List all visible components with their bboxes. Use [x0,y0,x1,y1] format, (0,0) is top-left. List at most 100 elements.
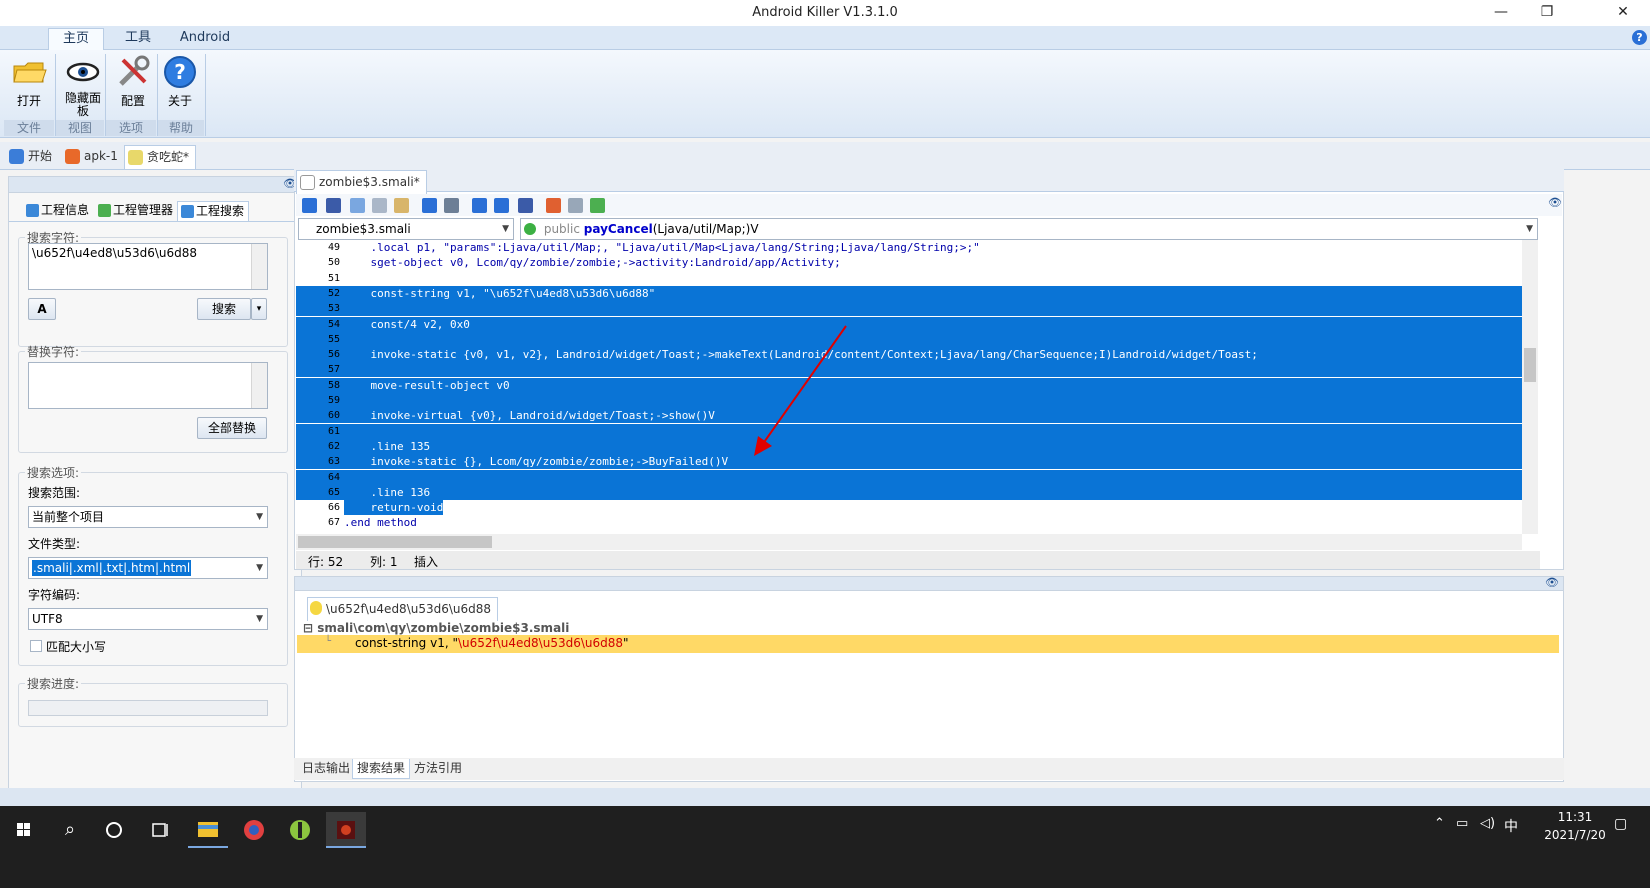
code-line[interactable]: 57 [296,362,1522,378]
list-icon[interactable] [568,198,583,213]
line-number: 59 [327,395,340,406]
tab-method-references[interactable]: 方法引用 [410,759,466,779]
clock-date[interactable]: 2021/7/20 [1530,828,1620,842]
code-line[interactable]: 49 .local p1, "params":Ljava/util/Map;, … [296,240,1522,255]
volume-icon[interactable]: ◁) [1480,816,1495,831]
tab-project-search[interactable]: 工程搜索 [177,201,250,221]
search-dropdown-button[interactable]: ▾ [251,298,267,320]
ribbon-tab-tools[interactable]: 工具 [110,28,166,50]
encoding-select[interactable]: UTF8 ▼ [28,608,268,630]
paste-icon[interactable] [394,198,409,213]
editor-tab-file[interactable]: zombie$3.smali* [296,170,427,194]
code-line[interactable]: 58 move-result-object v0 [296,377,1522,393]
code-line[interactable]: 63 invoke-static {}, Lcom/qy/zombie/zomb… [296,454,1522,470]
replace-all-button[interactable]: 全部替换 [197,417,267,439]
left-panel-header: 👁 [9,177,301,193]
method-signature: (Ljava/util/Map;)V [652,222,759,236]
search-icon[interactable]: ⌕ [50,812,90,848]
help-icon[interactable]: ? [1632,30,1647,45]
hide-panel-button[interactable]: 隐藏面板 [58,52,108,118]
replace-input-scrollbar[interactable] [251,363,267,408]
cut-icon[interactable] [372,198,387,213]
restore-button[interactable]: ❐ [1524,0,1570,26]
minimize-button[interactable]: — [1478,0,1524,26]
code-line[interactable]: 61 [296,423,1522,439]
start-button[interactable] [4,812,44,848]
code-line[interactable]: 67 .end method [296,515,1522,530]
tab-search-results[interactable]: 搜索结果 [352,759,411,779]
replace-input[interactable] [28,362,268,409]
result-file-node[interactable]: ⊟ smali\com\qy\zombie\zombie$3.smali [303,621,569,635]
code-line[interactable]: 51 [296,271,1522,286]
game-app-icon[interactable] [326,812,366,848]
tab-project-manager[interactable]: 工程管理器 [95,201,177,221]
android-killer-icon[interactable] [280,812,320,848]
code-text: .line 135 [344,439,431,453]
code-line[interactable]: 59 [296,393,1522,408]
code-line[interactable]: 53 [296,301,1522,317]
doc-tab-snake[interactable]: 贪吃蛇* [124,145,197,169]
format-icon[interactable] [518,198,533,213]
ribbon-tab-android[interactable]: Android [172,28,238,50]
code-line[interactable]: 66 return-void [296,500,1522,516]
tab-log-output[interactable]: 日志输出 [298,759,354,779]
ribbon-tab-home[interactable]: 主页 [48,28,104,50]
redo-icon[interactable] [444,198,459,213]
about-button[interactable]: ? 关于 [160,52,200,109]
group-options: 选项 [106,120,156,136]
doc-tab-apk[interactable]: apk-1 [62,145,118,169]
search-button[interactable]: 搜索 [197,298,251,320]
search-input-scrollbar[interactable] [251,244,267,289]
chevron-up-icon[interactable]: ⌃ [1434,816,1445,831]
code-line[interactable]: 54 const/4 v2, 0x0 [296,316,1522,332]
eye-small-icon[interactable]: 👁 [1545,576,1559,589]
code-editor[interactable]: 49 .local p1, "params":Ljava/util/Map;, … [296,240,1522,532]
scroll-thumb[interactable] [298,536,492,548]
editor-vertical-scrollbar[interactable] [1522,240,1538,534]
forward-icon[interactable] [494,198,509,213]
code-line[interactable]: 65 .line 136 [296,484,1522,500]
code-line[interactable]: 64 [296,469,1522,485]
filetype-select[interactable]: .smali|.xml|.txt|.htm|.html ▼ [28,557,268,579]
lock-icon[interactable] [302,198,317,213]
scope-select[interactable]: 当前整个项目 ▼ [28,506,268,528]
network-icon[interactable]: ▭ [1456,816,1468,831]
java-icon[interactable] [546,198,561,213]
search-input[interactable]: \u652f\u4ed8\u53d6\u6d88 [28,243,268,290]
editor-horizontal-scrollbar[interactable] [296,534,1522,550]
file-select[interactable]: zombie$3.smali ▼ [298,218,514,240]
eye-small-icon[interactable]: 👁 [1548,196,1562,209]
code-line[interactable]: 52 const-string v1, "\u652f\u4ed8\u53d6\… [296,285,1522,301]
undo-icon[interactable] [422,198,437,213]
config-button[interactable]: 配置 [110,52,156,109]
ime-indicator[interactable]: 中 [1504,816,1518,836]
code-line[interactable]: 62 .line 135 [296,438,1522,454]
browser-icon[interactable] [234,812,274,848]
file-explorer-icon[interactable] [188,812,228,848]
result-row[interactable]: └ const-string v1, "\u652f\u4ed8\u53d6\u… [297,635,1559,653]
ribbon-tabbar: 主页 工具 Android ? [0,26,1650,50]
task-view-icon[interactable] [140,812,180,848]
doc-tab-start[interactable]: 开始 [6,145,52,169]
results-search-tab[interactable]: \u652f\u4ed8\u53d6\u6d88 [307,597,499,621]
code-line[interactable]: 55 [296,331,1522,347]
method-select[interactable]: public payCancel(Ljava/util/Map;)V ▼ [520,218,1538,240]
scroll-thumb[interactable] [1524,348,1536,382]
tab-project-info[interactable]: 工程信息 [23,201,93,221]
close-button[interactable]: ✕ [1600,0,1646,26]
open-button[interactable]: 打开 [6,52,52,109]
back-icon[interactable] [472,198,487,213]
tab-project-info-label: 工程信息 [41,203,90,217]
code-line[interactable]: 60 invoke-virtual {v0}, Landroid/widget/… [296,408,1522,424]
notification-icon[interactable]: ▢ [1614,816,1627,832]
clock-time[interactable]: 11:31 [1545,810,1605,824]
collapse-icon[interactable]: ⊟ [303,621,317,635]
android-small-icon[interactable] [590,198,605,213]
font-button[interactable]: A [28,298,56,320]
copy-icon[interactable] [350,198,365,213]
match-case-checkbox[interactable] [30,640,42,652]
cortana-icon[interactable] [94,812,134,848]
code-line[interactable]: 50 sget-object v0, Lcom/qy/zombie/zombie… [296,255,1522,270]
save-icon[interactable] [326,198,341,213]
code-line[interactable]: 56 invoke-static {v0, v1, v2}, Landroid/… [296,347,1522,363]
